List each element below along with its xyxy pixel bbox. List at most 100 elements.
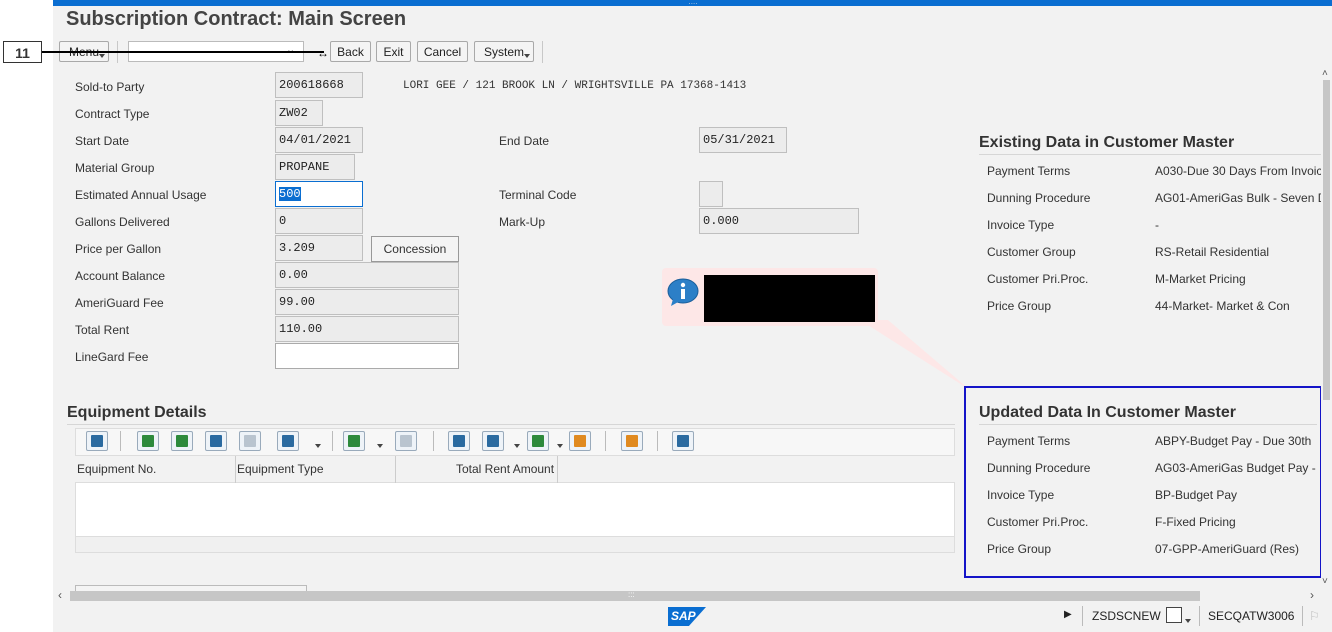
contract-type-label: Contract Type [75,107,150,121]
section-divider [67,424,955,425]
column-separator[interactable] [557,456,558,483]
horizontal-scrollbar[interactable] [70,591,1200,601]
sort-ascending-icon[interactable] [137,431,159,451]
dropdown-caret-icon[interactable] [557,444,563,448]
system-button[interactable]: System [474,41,534,62]
column-separator[interactable] [235,456,236,483]
total-rent-label: Total Rent [75,323,130,337]
info-icon[interactable] [672,431,694,451]
ameriguard-fee-field[interactable]: 99.00 [275,289,459,315]
total-rent-field[interactable]: 110.00 [275,316,459,342]
selected-text: 500 [279,187,301,201]
graphic-icon[interactable] [621,431,643,451]
details-icon[interactable] [86,431,108,451]
sold-to-party-field[interactable]: 200618668 [275,72,363,98]
existing-price-group-label: Price Group [987,299,1052,313]
back-button[interactable]: Back [330,41,371,62]
contract-type-field[interactable]: ZW02 [275,100,323,126]
existing-payment-terms-label: Payment Terms [987,164,1071,178]
existing-invoice-type-value: - [1155,218,1159,232]
dropdown-caret-icon[interactable] [1185,619,1191,623]
resize-grip[interactable]: .... [682,0,704,6]
dropdown-caret-icon [99,54,105,58]
cancel-button[interactable]: Cancel [417,41,468,62]
existing-data-title: Existing Data in Customer Master [979,134,1235,151]
column-separator[interactable] [395,456,396,483]
updated-invoice-type-label: Invoice Type [987,488,1055,502]
transaction-code: ZSDSCNEW [1092,609,1161,623]
updated-dunning-procedure-value: AG03-AmeriGas Budget Pay - E [1155,461,1317,475]
material-group-field[interactable]: PROPANE [275,154,355,180]
existing-customer-group-label: Customer Group [987,245,1076,259]
linegard-fee-label: LineGard Fee [75,350,149,364]
price-per-gallon-label: Price per Gallon [75,242,162,256]
column-header-total-rent-amount[interactable]: Total Rent Amount [456,462,554,476]
existing-customer-pri-proc-value: M-Market Pricing [1155,272,1246,286]
dropdown-caret-icon[interactable] [514,444,520,448]
mark-up-field[interactable]: 0.000 [699,208,859,234]
concession-button[interactable]: Concession [371,236,459,262]
grid-body[interactable] [75,483,955,537]
gallons-delivered-label: Gallons Delivered [75,215,170,229]
gallons-delivered-field[interactable]: 0 [275,208,363,234]
updated-customer-pri-proc-value: F-Fixed Pricing [1155,515,1236,529]
info-icon [667,278,699,306]
column-header-equipment-no[interactable]: Equipment No. [77,462,156,476]
exit-button[interactable]: Exit [376,41,411,62]
sort-descending-icon[interactable] [171,431,193,451]
account-balance-field[interactable]: 0.00 [275,262,459,288]
toolbar-separator [542,41,543,63]
scroll-down-icon[interactable]: ˅ [1322,576,1328,587]
section-divider [979,424,1317,425]
system-name: SECQATW3006 [1208,609,1295,623]
scroll-up-icon[interactable]: ˄ [1322,68,1328,79]
ameriguard-fee-label: AmeriGuard Fee [75,296,164,310]
updated-invoice-type-value: BP-Budget Pay [1155,488,1238,502]
performance-icon[interactable]: ⚐ [1309,609,1320,623]
existing-price-group-value: 44-Market- Market & Con [1155,299,1290,313]
subtotal-icon [395,431,417,451]
find-icon[interactable] [205,431,227,451]
existing-customer-group-value: RS-Retail Residential [1155,245,1270,259]
layout-icon[interactable] [569,431,591,451]
start-date-field[interactable]: 04/01/2021 [275,127,363,153]
export-icon[interactable] [527,431,549,451]
estimated-annual-usage-field[interactable]: 500 [275,181,363,207]
updated-payment-terms-value: ABPY-Budget Pay - Due 30th [1155,434,1312,448]
column-header-equipment-type[interactable]: Equipment Type [237,462,324,476]
status-separator [1082,606,1083,626]
toolbar-separator [433,431,434,451]
mark-up-label: Mark-Up [499,215,546,229]
customer-address: LORI GEE / 121 BROOK LN / WRIGHTSVILLE P… [403,80,747,92]
find-next-icon [239,431,261,451]
annotation-arrow-line [42,51,324,53]
print-icon[interactable] [448,431,470,451]
linegard-fee-field[interactable] [275,343,459,369]
views-icon[interactable] [482,431,504,451]
expand-status-icon[interactable]: ▶ [1064,609,1072,620]
scrollbar-grip: ::: [628,590,635,599]
session-list-icon[interactable] [1166,607,1182,623]
price-per-gallon-field[interactable]: 3.209 [275,235,363,261]
existing-payment-terms-value: A030-Due 30 Days From Invoic [1155,164,1321,178]
filter-icon[interactable] [277,431,299,451]
scroll-left-icon[interactable]: ‹ [58,588,62,602]
section-divider [979,154,1321,155]
updated-price-group-label: Price Group [987,542,1052,556]
system-button-label: System [483,45,524,59]
redacted-message [704,275,875,322]
dropdown-caret-icon[interactable] [315,444,321,448]
updated-data-title: Updated Data In Customer Master [979,404,1236,421]
sum-icon[interactable] [343,431,365,451]
end-date-field[interactable]: 05/31/2021 [699,127,787,153]
status-separator [1302,606,1303,626]
toolbar-separator [120,431,121,451]
scroll-right-icon[interactable]: › [1310,588,1314,602]
equipment-details-title: Equipment Details [67,404,207,421]
dropdown-caret-icon[interactable] [377,444,383,448]
terminal-code-label: Terminal Code [499,188,577,202]
vertical-scrollbar-thumb[interactable] [1323,80,1330,400]
chevron-down-icon[interactable]: ⌄ [286,43,295,56]
terminal-code-field[interactable] [699,181,723,207]
end-date-label: End Date [499,134,550,148]
